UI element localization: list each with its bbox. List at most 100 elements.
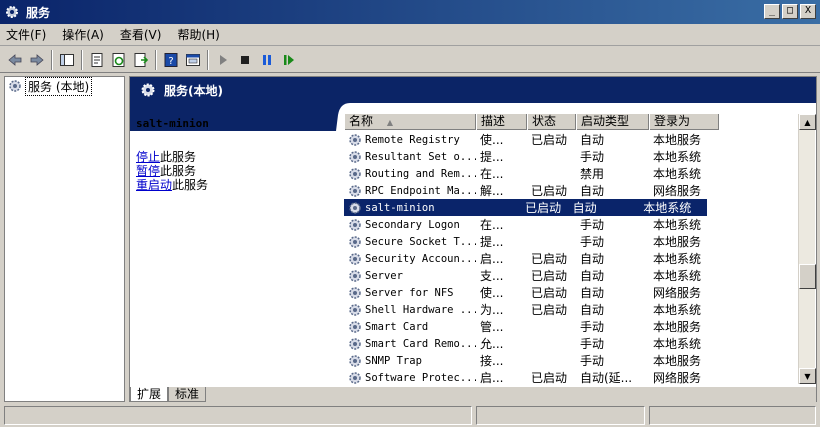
service-startup-type: 手动 [580, 337, 605, 351]
service-log-on-as: 本地系统 [653, 150, 702, 164]
service-startup-type: 自动(延... [580, 371, 633, 384]
toolbar: ? [0, 47, 820, 73]
column-log-on-as[interactable]: 登录为 [649, 114, 719, 130]
service-startup-type: 手动 [580, 150, 605, 164]
service-row[interactable]: Secondary Logon 在... 手动 本地系统 [344, 216, 719, 233]
service-row[interactable]: Remote Registry 使... 已启动 自动 本地服务 [344, 131, 719, 148]
refresh-icon [112, 52, 125, 67]
service-name-cell: Secondary Logon [344, 218, 476, 232]
service-description: 在... [480, 167, 504, 181]
service-name: Smart Card Remo... [365, 337, 476, 350]
restart-service-link[interactable]: 重启动 [136, 178, 172, 192]
service-row[interactable]: Secure Socket T... 提... 手动 本地服务 [344, 233, 719, 250]
service-gear-icon [349, 218, 361, 231]
scroll-up-button[interactable]: ▲ [799, 114, 816, 130]
service-name-cell: Routing and Rem... [344, 167, 476, 181]
view-tabs: 扩展 标准 [130, 387, 816, 403]
service-description: 提... [480, 235, 504, 249]
link-suffix: 此服务 [160, 150, 197, 164]
restart-service-button[interactable] [278, 49, 300, 71]
service-row[interactable]: Software Protec... 启... 已启动 自动(延... 网络服务 [344, 369, 719, 384]
service-name-cell: Resultant Set o... [344, 150, 476, 164]
pause-service-link[interactable]: 暂停 [136, 164, 160, 178]
column-startup-type[interactable]: 启动类型 [576, 114, 649, 130]
service-status: 已启动 [531, 303, 568, 317]
stop-service-button[interactable] [234, 49, 256, 71]
stop-service-link[interactable]: 停止 [136, 150, 160, 164]
toolbar-separator [81, 49, 83, 70]
service-description: 支... [480, 269, 504, 283]
forward-icon [30, 53, 44, 66]
service-startup-type: 手动 [580, 235, 605, 249]
menu-help[interactable]: 帮助(H) [177, 26, 219, 43]
menu-view[interactable]: 查看(V) [120, 26, 162, 43]
service-log-on-as: 本地系统 [653, 269, 702, 283]
details-header: 服务(本地) [130, 77, 816, 103]
vertical-scrollbar[interactable]: ▲ ▼ [798, 114, 816, 384]
service-row[interactable]: Resultant Set o... 提... 手动 本地系统 [344, 148, 719, 165]
menu-action[interactable]: 操作(A) [62, 26, 104, 43]
scroll-up-icon: ▲ [804, 117, 811, 127]
column-description[interactable]: 描述 [476, 114, 527, 130]
service-log-on-as: 本地服务 [653, 235, 702, 249]
service-row[interactable]: Smart Card 管... 手动 本地服务 [344, 318, 719, 335]
scroll-thumb[interactable] [799, 264, 816, 289]
service-name-cell: Software Protec... [344, 371, 476, 385]
service-row[interactable]: Routing and Rem... 在... 禁用 本地系统 [344, 165, 719, 182]
service-row[interactable]: RPC Endpoint Ma... 解... 已启动 自动 网络服务 [344, 182, 719, 199]
minimize-button[interactable]: _ [764, 4, 780, 19]
service-name: Security Accoun... [365, 252, 476, 265]
start-service-button[interactable] [212, 49, 234, 71]
service-row[interactable]: Smart Card Remo... 允... 手动 本地系统 [344, 335, 719, 352]
service-description: 为... [480, 303, 504, 317]
service-name-cell: Smart Card Remo... [344, 337, 476, 351]
back-button[interactable] [4, 49, 26, 71]
tab-extended[interactable]: 扩展 [130, 387, 169, 402]
service-name-cell: Server [344, 269, 476, 283]
service-startup-type: 自动 [580, 303, 605, 317]
service-row[interactable]: Server for NFS 使... 已启动 自动 网络服务 [344, 284, 719, 301]
column-status[interactable]: 状态 [527, 114, 576, 130]
close-button[interactable]: X [800, 4, 816, 19]
service-startup-type: 自动 [580, 269, 605, 283]
service-gear-icon [349, 133, 361, 146]
pause-service-button[interactable] [256, 49, 278, 71]
tree-item-services-local[interactable]: 服务 (本地) [5, 76, 124, 96]
properties-icon [91, 52, 103, 67]
forward-button[interactable] [26, 49, 48, 71]
service-row[interactable]: Server 支... 已启动 自动 本地系统 [344, 267, 719, 284]
service-name-cell: salt-minion [344, 201, 472, 215]
column-name[interactable]: 名称 ▲ [344, 114, 476, 130]
maximize-button[interactable]: □ [782, 4, 798, 19]
service-name: RPC Endpoint Ma... [365, 184, 476, 197]
service-startup-type: 自动 [580, 184, 605, 198]
service-log-on-as: 本地系统 [653, 337, 702, 351]
scroll-down-button[interactable]: ▼ [799, 368, 816, 384]
help-button[interactable]: ? [160, 49, 182, 71]
refresh-button[interactable] [108, 49, 130, 71]
window-controls: _ □ X [764, 4, 816, 19]
view-button[interactable] [182, 49, 204, 71]
service-name-cell: SNMP Trap [344, 354, 476, 368]
service-row[interactable]: salt-minion 已启动 自动 本地系统 [344, 199, 707, 216]
tab-standard[interactable]: 标准 [168, 387, 207, 402]
services-gear-icon [141, 83, 155, 97]
sort-ascending-icon: ▲ [386, 118, 393, 127]
console-tree-button[interactable] [56, 49, 78, 71]
service-name: Resultant Set o... [365, 150, 476, 163]
service-name-cell: Server for NFS [344, 286, 476, 300]
service-row[interactable]: SNMP Trap 接... 手动 本地服务 [344, 352, 719, 369]
service-log-on-as: 本地系统 [653, 252, 702, 266]
service-gear-icon [349, 235, 361, 248]
selected-service-name: salt-minion [136, 117, 209, 130]
export-button[interactable] [130, 49, 152, 71]
service-row[interactable]: Shell Hardware ... 为... 已启动 自动 本地系统 [344, 301, 719, 318]
help-icon: ? [164, 52, 178, 67]
menu-file[interactable]: 文件(F) [6, 26, 46, 43]
service-row[interactable]: Security Accoun... 启... 已启动 自动 本地系统 [344, 250, 719, 267]
properties-button[interactable] [86, 49, 108, 71]
service-description: 提... [480, 150, 504, 164]
restart-icon [284, 54, 294, 65]
service-gear-icon [349, 337, 361, 350]
service-log-on-as: 本地系统 [653, 167, 702, 181]
